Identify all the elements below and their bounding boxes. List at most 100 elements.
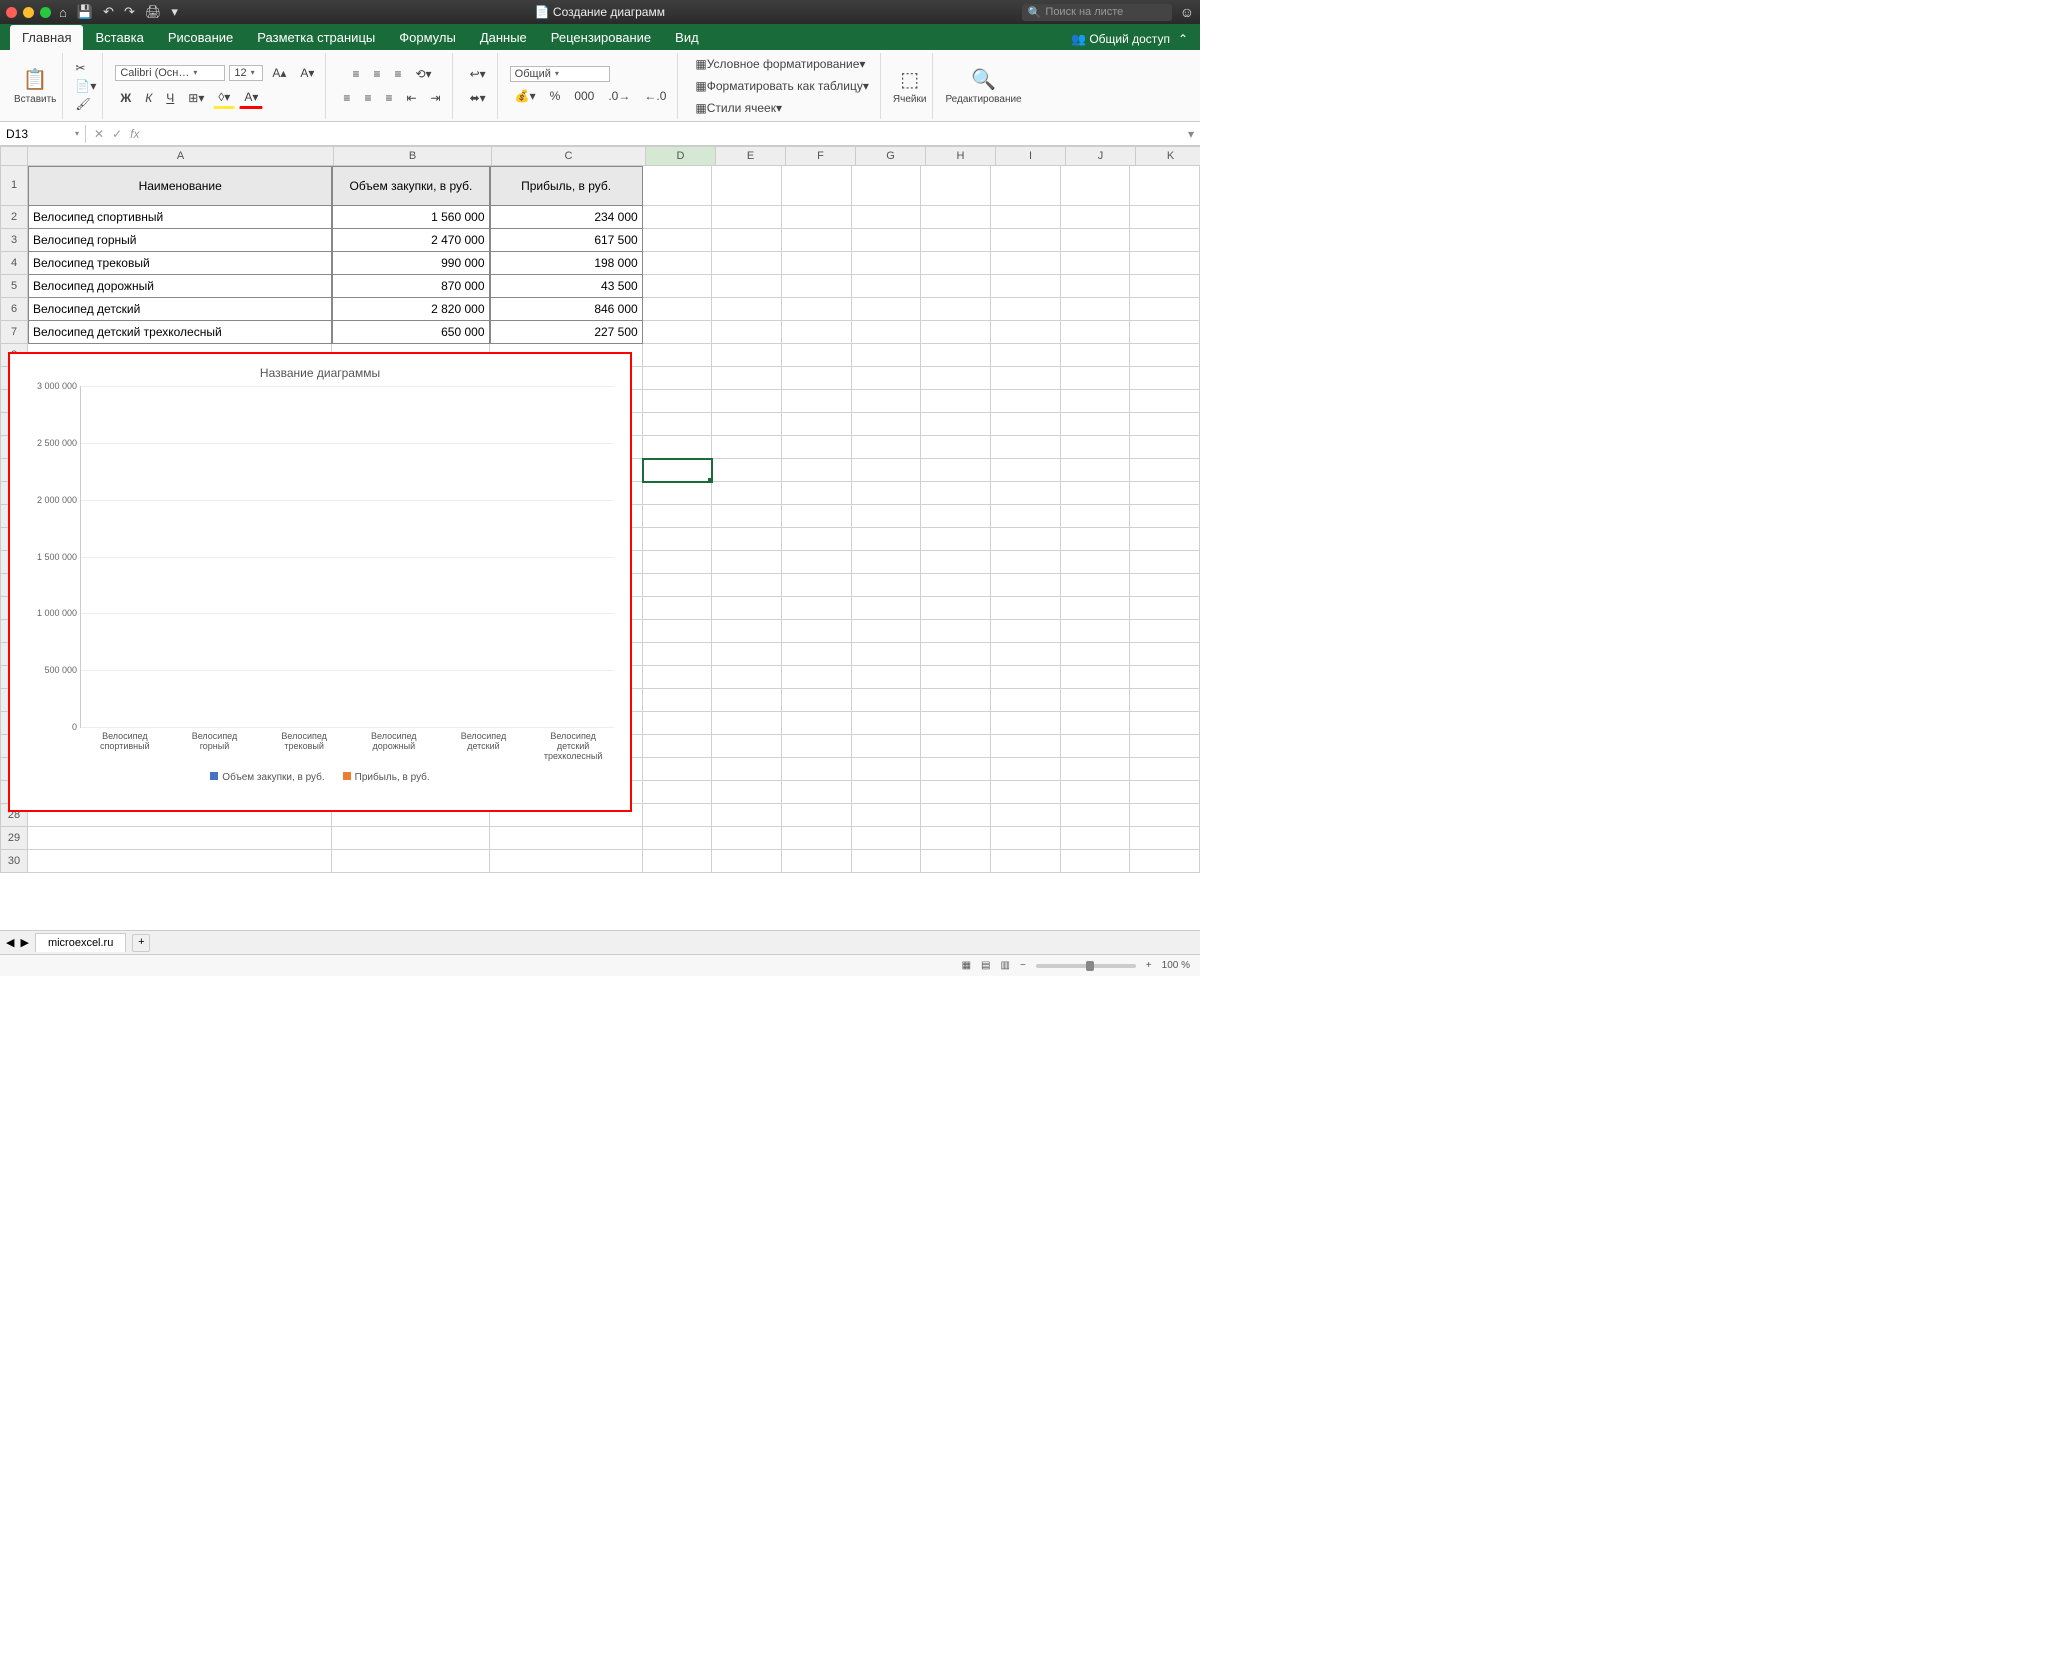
- cell-J24[interactable]: [1061, 712, 1131, 735]
- cell-H5[interactable]: [921, 275, 991, 298]
- cell-E23[interactable]: [712, 689, 782, 712]
- cell-J6[interactable]: [1061, 298, 1131, 321]
- cell-J9[interactable]: [1061, 367, 1131, 390]
- tab-рисование[interactable]: Рисование: [156, 25, 245, 50]
- cell-F6[interactable]: [782, 298, 852, 321]
- italic-button[interactable]: К: [140, 88, 157, 108]
- cell-D12[interactable]: [643, 436, 713, 459]
- view-pagebreak-icon[interactable]: ▥: [1001, 960, 1010, 971]
- cell-E16[interactable]: [712, 528, 782, 551]
- cell-J28[interactable]: [1061, 804, 1131, 827]
- cell-H30[interactable]: [921, 850, 991, 873]
- cell-A3[interactable]: Велосипед горный: [28, 229, 332, 252]
- row-header-30[interactable]: 30: [0, 850, 28, 873]
- cell-J7[interactable]: [1061, 321, 1131, 344]
- cell-J27[interactable]: [1061, 781, 1131, 804]
- cell-A2[interactable]: Велосипед спортивный: [28, 206, 332, 229]
- cell-H1[interactable]: [921, 166, 991, 206]
- cell-J26[interactable]: [1061, 758, 1131, 781]
- redo-icon[interactable]: ↷: [124, 4, 135, 20]
- cell-F26[interactable]: [782, 758, 852, 781]
- cell-I5[interactable]: [991, 275, 1061, 298]
- cell-E9[interactable]: [712, 367, 782, 390]
- save-icon[interactable]: 💾: [77, 4, 93, 20]
- cell-K16[interactable]: [1130, 528, 1200, 551]
- search-input[interactable]: 🔍 Поиск на листе: [1022, 4, 1172, 21]
- cell-G13[interactable]: [852, 459, 922, 482]
- cell-G24[interactable]: [852, 712, 922, 735]
- cell-F2[interactable]: [782, 206, 852, 229]
- cell-E26[interactable]: [712, 758, 782, 781]
- cell-J17[interactable]: [1061, 551, 1131, 574]
- row-header-4[interactable]: 4: [0, 252, 28, 275]
- percent-icon[interactable]: %: [545, 86, 566, 106]
- merge-cells-icon[interactable]: ⬌▾: [465, 88, 491, 108]
- cell-I23[interactable]: [991, 689, 1061, 712]
- cell-J1[interactable]: [1061, 166, 1131, 206]
- cell-J23[interactable]: [1061, 689, 1131, 712]
- column-header-B[interactable]: B: [334, 146, 492, 166]
- cell-D26[interactable]: [643, 758, 713, 781]
- row-header-29[interactable]: 29: [0, 827, 28, 850]
- row-header-5[interactable]: 5: [0, 275, 28, 298]
- cell-H7[interactable]: [921, 321, 991, 344]
- cell-D22[interactable]: [643, 666, 713, 689]
- cell-D16[interactable]: [643, 528, 713, 551]
- tab-вид[interactable]: Вид: [663, 25, 711, 50]
- cell-K27[interactable]: [1130, 781, 1200, 804]
- maximize-icon[interactable]: [40, 7, 51, 18]
- cell-A7[interactable]: Велосипед детский трехколесный: [28, 321, 332, 344]
- cell-G1[interactable]: [852, 166, 922, 206]
- print-icon[interactable]: 🖨: [145, 4, 162, 20]
- cell-I9[interactable]: [991, 367, 1061, 390]
- cell-E10[interactable]: [712, 390, 782, 413]
- cell-G19[interactable]: [852, 597, 922, 620]
- cell-D20[interactable]: [643, 620, 713, 643]
- column-header-F[interactable]: F: [786, 146, 856, 166]
- cell-H18[interactable]: [921, 574, 991, 597]
- cell-E2[interactable]: [712, 206, 782, 229]
- cell-G5[interactable]: [852, 275, 922, 298]
- cell-K3[interactable]: [1130, 229, 1200, 252]
- cell-H22[interactable]: [921, 666, 991, 689]
- cell-G3[interactable]: [852, 229, 922, 252]
- cell-H12[interactable]: [921, 436, 991, 459]
- cell-E20[interactable]: [712, 620, 782, 643]
- cell-J13[interactable]: [1061, 459, 1131, 482]
- cell-D21[interactable]: [643, 643, 713, 666]
- cell-D27[interactable]: [643, 781, 713, 804]
- cell-C6[interactable]: 846 000: [490, 298, 643, 321]
- chart-object[interactable]: Название диаграммы 0500 0001 000 0001 50…: [8, 352, 632, 812]
- cell-D19[interactable]: [643, 597, 713, 620]
- cell-D6[interactable]: [643, 298, 713, 321]
- font-size-select[interactable]: 12: [229, 65, 263, 81]
- cell-I21[interactable]: [991, 643, 1061, 666]
- minimize-icon[interactable]: [23, 7, 34, 18]
- cell-J11[interactable]: [1061, 413, 1131, 436]
- cell-I25[interactable]: [991, 735, 1061, 758]
- zoom-out-icon[interactable]: −: [1020, 960, 1026, 971]
- cell-F4[interactable]: [782, 252, 852, 275]
- close-icon[interactable]: [6, 7, 17, 18]
- cell-G12[interactable]: [852, 436, 922, 459]
- zoom-slider[interactable]: [1036, 964, 1136, 968]
- cell-E13[interactable]: [712, 459, 782, 482]
- cell-J30[interactable]: [1061, 850, 1131, 873]
- cell-F12[interactable]: [782, 436, 852, 459]
- fill-color-icon[interactable]: ◊▾: [213, 87, 235, 109]
- cells-button[interactable]: ⬚ Ячейки: [893, 67, 927, 105]
- cell-J20[interactable]: [1061, 620, 1131, 643]
- cell-I26[interactable]: [991, 758, 1061, 781]
- cell-D1[interactable]: [643, 166, 713, 206]
- cell-H3[interactable]: [921, 229, 991, 252]
- cell-I29[interactable]: [991, 827, 1061, 850]
- cell-E14[interactable]: [712, 482, 782, 505]
- column-header-I[interactable]: I: [996, 146, 1066, 166]
- cell-D30[interactable]: [643, 850, 713, 873]
- cell-H14[interactable]: [921, 482, 991, 505]
- cell-K1[interactable]: [1130, 166, 1200, 206]
- cell-H6[interactable]: [921, 298, 991, 321]
- column-header-K[interactable]: K: [1136, 146, 1200, 166]
- cell-J22[interactable]: [1061, 666, 1131, 689]
- collapse-ribbon-icon[interactable]: ⌃: [1178, 32, 1188, 46]
